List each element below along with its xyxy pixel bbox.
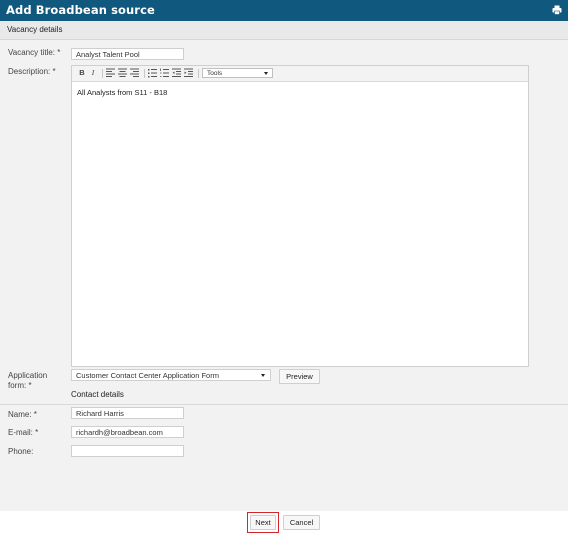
application-form-select[interactable]: Customer Contact Center Application Form bbox=[71, 369, 271, 381]
vacancy-details-heading: Vacancy details bbox=[7, 25, 63, 34]
indent-icon[interactable] bbox=[184, 68, 193, 78]
application-form-label: Application form: * bbox=[8, 371, 48, 390]
tools-dropdown-label: Tools bbox=[207, 70, 223, 77]
toolbar-separator bbox=[198, 69, 199, 78]
numbered-list-icon[interactable] bbox=[160, 68, 169, 78]
description-text: All Analysts from S11 - B18 bbox=[77, 88, 168, 97]
section-divider bbox=[0, 404, 568, 405]
name-label: Name: * bbox=[8, 410, 37, 419]
outdent-icon[interactable] bbox=[172, 68, 181, 78]
tools-dropdown[interactable]: Tools bbox=[202, 68, 273, 78]
toolbar-separator bbox=[102, 69, 103, 78]
bold-button[interactable]: B bbox=[78, 68, 86, 78]
printer-icon[interactable] bbox=[552, 5, 562, 15]
cancel-button[interactable]: Cancel bbox=[283, 515, 320, 530]
vacancy-details-header: Vacancy details bbox=[0, 21, 568, 40]
chevron-down-icon bbox=[261, 374, 265, 377]
name-input[interactable]: Richard Harris bbox=[71, 407, 184, 419]
application-form-value: Customer Contact Center Application Form bbox=[76, 371, 219, 380]
phone-label: Phone: bbox=[8, 447, 34, 456]
align-center-icon[interactable] bbox=[118, 68, 127, 78]
preview-button[interactable]: Preview bbox=[279, 369, 320, 384]
bullet-list-icon[interactable] bbox=[148, 68, 157, 78]
email-input[interactable]: richardh@broadbean.com bbox=[71, 426, 184, 438]
dialog-title: Add Broadbean source bbox=[6, 3, 155, 17]
align-left-icon[interactable] bbox=[106, 68, 115, 78]
editor-toolbar: B I Tools bbox=[72, 66, 528, 82]
description-label: Description: * bbox=[8, 67, 56, 76]
toolbar-separator bbox=[144, 69, 145, 78]
description-editor[interactable]: B I Tools All Analysts from S11 - B18 bbox=[71, 65, 529, 367]
vacancy-title-input[interactable]: Analyst Talent Pool bbox=[71, 48, 184, 60]
chevron-down-icon bbox=[264, 72, 268, 75]
align-right-icon[interactable] bbox=[130, 68, 139, 78]
next-button[interactable]: Next bbox=[250, 515, 276, 530]
phone-input[interactable] bbox=[71, 445, 184, 457]
dialog-titlebar: Add Broadbean source bbox=[0, 0, 568, 21]
email-label: E-mail: * bbox=[8, 428, 39, 437]
italic-button[interactable]: I bbox=[89, 68, 97, 78]
vacancy-title-label: Vacancy title: * bbox=[8, 48, 61, 57]
contact-details-heading: Contact details bbox=[71, 390, 124, 399]
